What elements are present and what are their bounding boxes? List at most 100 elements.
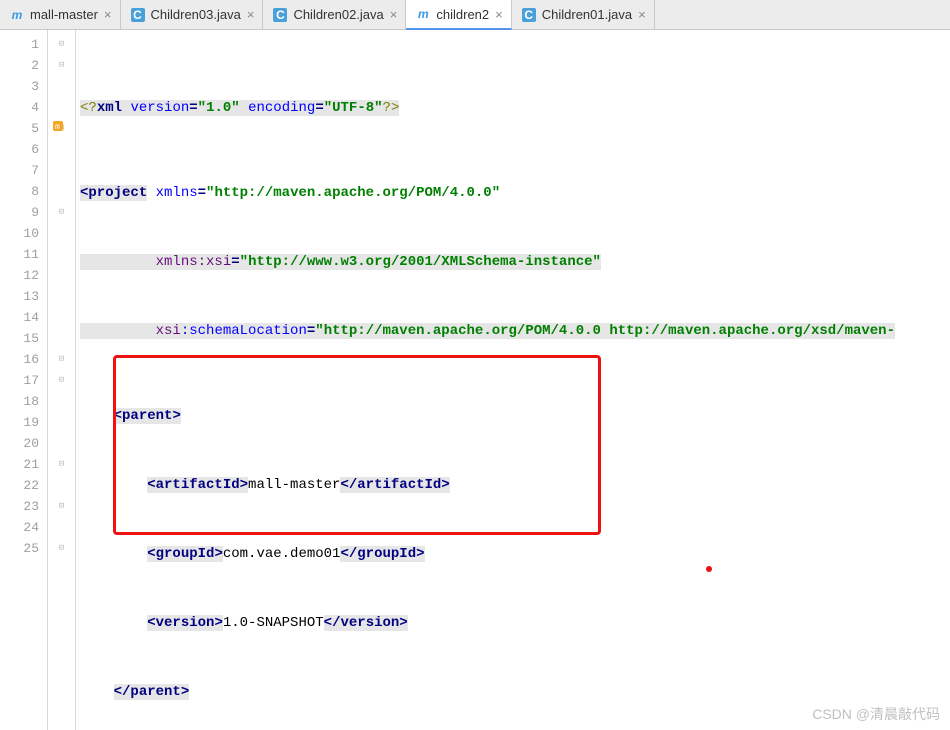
close-tab-icon[interactable]: × [104,7,112,22]
editor-tab-label: mall-master [30,7,98,22]
fold-slot[interactable] [48,538,75,559]
fold-slot [48,433,75,454]
line-number[interactable]: 22 [0,475,47,496]
editor-tab[interactable]: m children2 × [406,0,511,30]
line-number[interactable]: 18 [0,391,47,412]
xml-decl-open: <? [80,100,97,116]
fold-slot [48,412,75,433]
attr-version: version [130,100,189,116]
line-number-gutter: 1234567891011121314151617181920212223242… [0,30,48,730]
line-number[interactable]: 3 [0,76,47,97]
tag-parent: parent [122,408,172,424]
fold-close-icon[interactable] [59,501,64,512]
editor-tab[interactable]: CChildren02.java× [263,0,406,29]
line-number[interactable]: 25 [0,538,47,559]
line-number[interactable]: 24 [0,517,47,538]
line-number[interactable]: 5 [0,118,47,139]
fold-slot [48,286,75,307]
fold-open-icon[interactable] [59,39,64,50]
val-version: 1.0 [206,100,231,116]
editor-area: 1234567891011121314151617181920212223242… [0,30,950,730]
fold-open-icon[interactable] [59,375,64,386]
fold-slot [48,76,75,97]
line-number[interactable]: 10 [0,223,47,244]
fold-slot [48,181,75,202]
fold-open-icon[interactable] [59,60,64,71]
editor-tab-bar: mmall-master×CChildren03.java×CChildren0… [0,0,950,30]
close-tab-icon[interactable]: × [495,7,503,22]
line-number[interactable]: 2 [0,55,47,76]
line-number[interactable]: 23 [0,496,47,517]
editor-tab-label: Children03.java [151,7,241,22]
fold-slot [48,160,75,181]
fold-slot [48,139,75,160]
maven-gutter-icon: m [52,120,64,132]
xml-decl-name: xml [97,100,122,116]
editor-tab[interactable]: mmall-master× [0,0,121,29]
editor-tab[interactable]: C Children03.java × [121,0,264,29]
watermark: CSDN @清晨敲代码 [812,704,940,724]
tag-groupId: groupId [156,546,215,562]
maven-file-icon: m [416,7,430,21]
code-line: <project xmlns="http://maven.apache.org/… [76,183,950,204]
parent-artifactId: mall-master [248,477,340,493]
tag-artifactId: artifactId [156,477,240,493]
fold-close-icon[interactable] [59,459,64,470]
svg-text:m: m [55,123,60,132]
line-number[interactable]: 11 [0,244,47,265]
parent-groupId: com.vae.demo01 [223,546,341,562]
fold-slot [48,517,75,538]
close-tab-icon[interactable]: × [638,7,646,22]
fold-slot[interactable] [48,454,75,475]
line-number[interactable]: 21 [0,454,47,475]
fold-open-icon[interactable] [59,354,64,365]
editor-tab-label: Children01.java [542,7,632,22]
java-class-icon: C [131,8,145,22]
fold-slot [48,223,75,244]
fold-close-icon[interactable] [59,207,64,218]
fold-slot[interactable] [48,55,75,76]
fold-marker-gutter: m [48,30,76,730]
attr-encoding: encoding [248,100,315,116]
code-line: xsi:schemaLocation="http://maven.apache.… [76,321,950,342]
val-xmlns-xsi: http://www.w3.org/2001/XMLSchema-instanc… [248,254,592,270]
fold-slot[interactable] [48,496,75,517]
line-number[interactable]: 4 [0,97,47,118]
line-number[interactable]: 8 [0,181,47,202]
fold-slot [48,307,75,328]
line-number[interactable]: 17 [0,370,47,391]
fold-slot[interactable] [48,370,75,391]
line-number[interactable]: 14 [0,307,47,328]
editor-tab-label: children2 [436,7,489,22]
line-number[interactable]: 7 [0,160,47,181]
code-line: <groupId>com.vae.demo01</groupId> [76,544,950,565]
fold-slot [48,244,75,265]
close-tab-icon[interactable]: × [247,7,255,22]
line-number[interactable]: 16 [0,349,47,370]
annotation-dot [706,566,712,572]
line-number[interactable]: 9 [0,202,47,223]
fold-slot[interactable] [48,202,75,223]
line-number[interactable]: 19 [0,412,47,433]
parent-version: 1.0-SNAPSHOT [223,615,324,631]
line-number[interactable]: 13 [0,286,47,307]
java-class-icon: C [522,8,536,22]
tag-project: project [88,185,147,201]
line-number[interactable]: 1 [0,34,47,55]
fold-slot [48,391,75,412]
code-line: <parent> [76,406,950,427]
code-body[interactable]: <?xml version="1.0" encoding="UTF-8"?> <… [76,30,950,730]
fold-slot[interactable] [48,349,75,370]
fold-close-icon[interactable] [59,543,64,554]
line-number[interactable]: 6 [0,139,47,160]
code-line: </parent> [76,682,950,703]
editor-tab[interactable]: C Children01.java × [512,0,655,29]
line-number[interactable]: 12 [0,265,47,286]
close-tab-icon[interactable]: × [390,7,398,22]
val-xmlns: http://maven.apache.org/POM/4.0.0 [214,185,491,201]
line-number[interactable]: 20 [0,433,47,454]
fold-slot[interactable] [48,34,75,55]
line-number[interactable]: 15 [0,328,47,349]
fold-slot [48,97,75,118]
tag-version: version [156,615,215,631]
